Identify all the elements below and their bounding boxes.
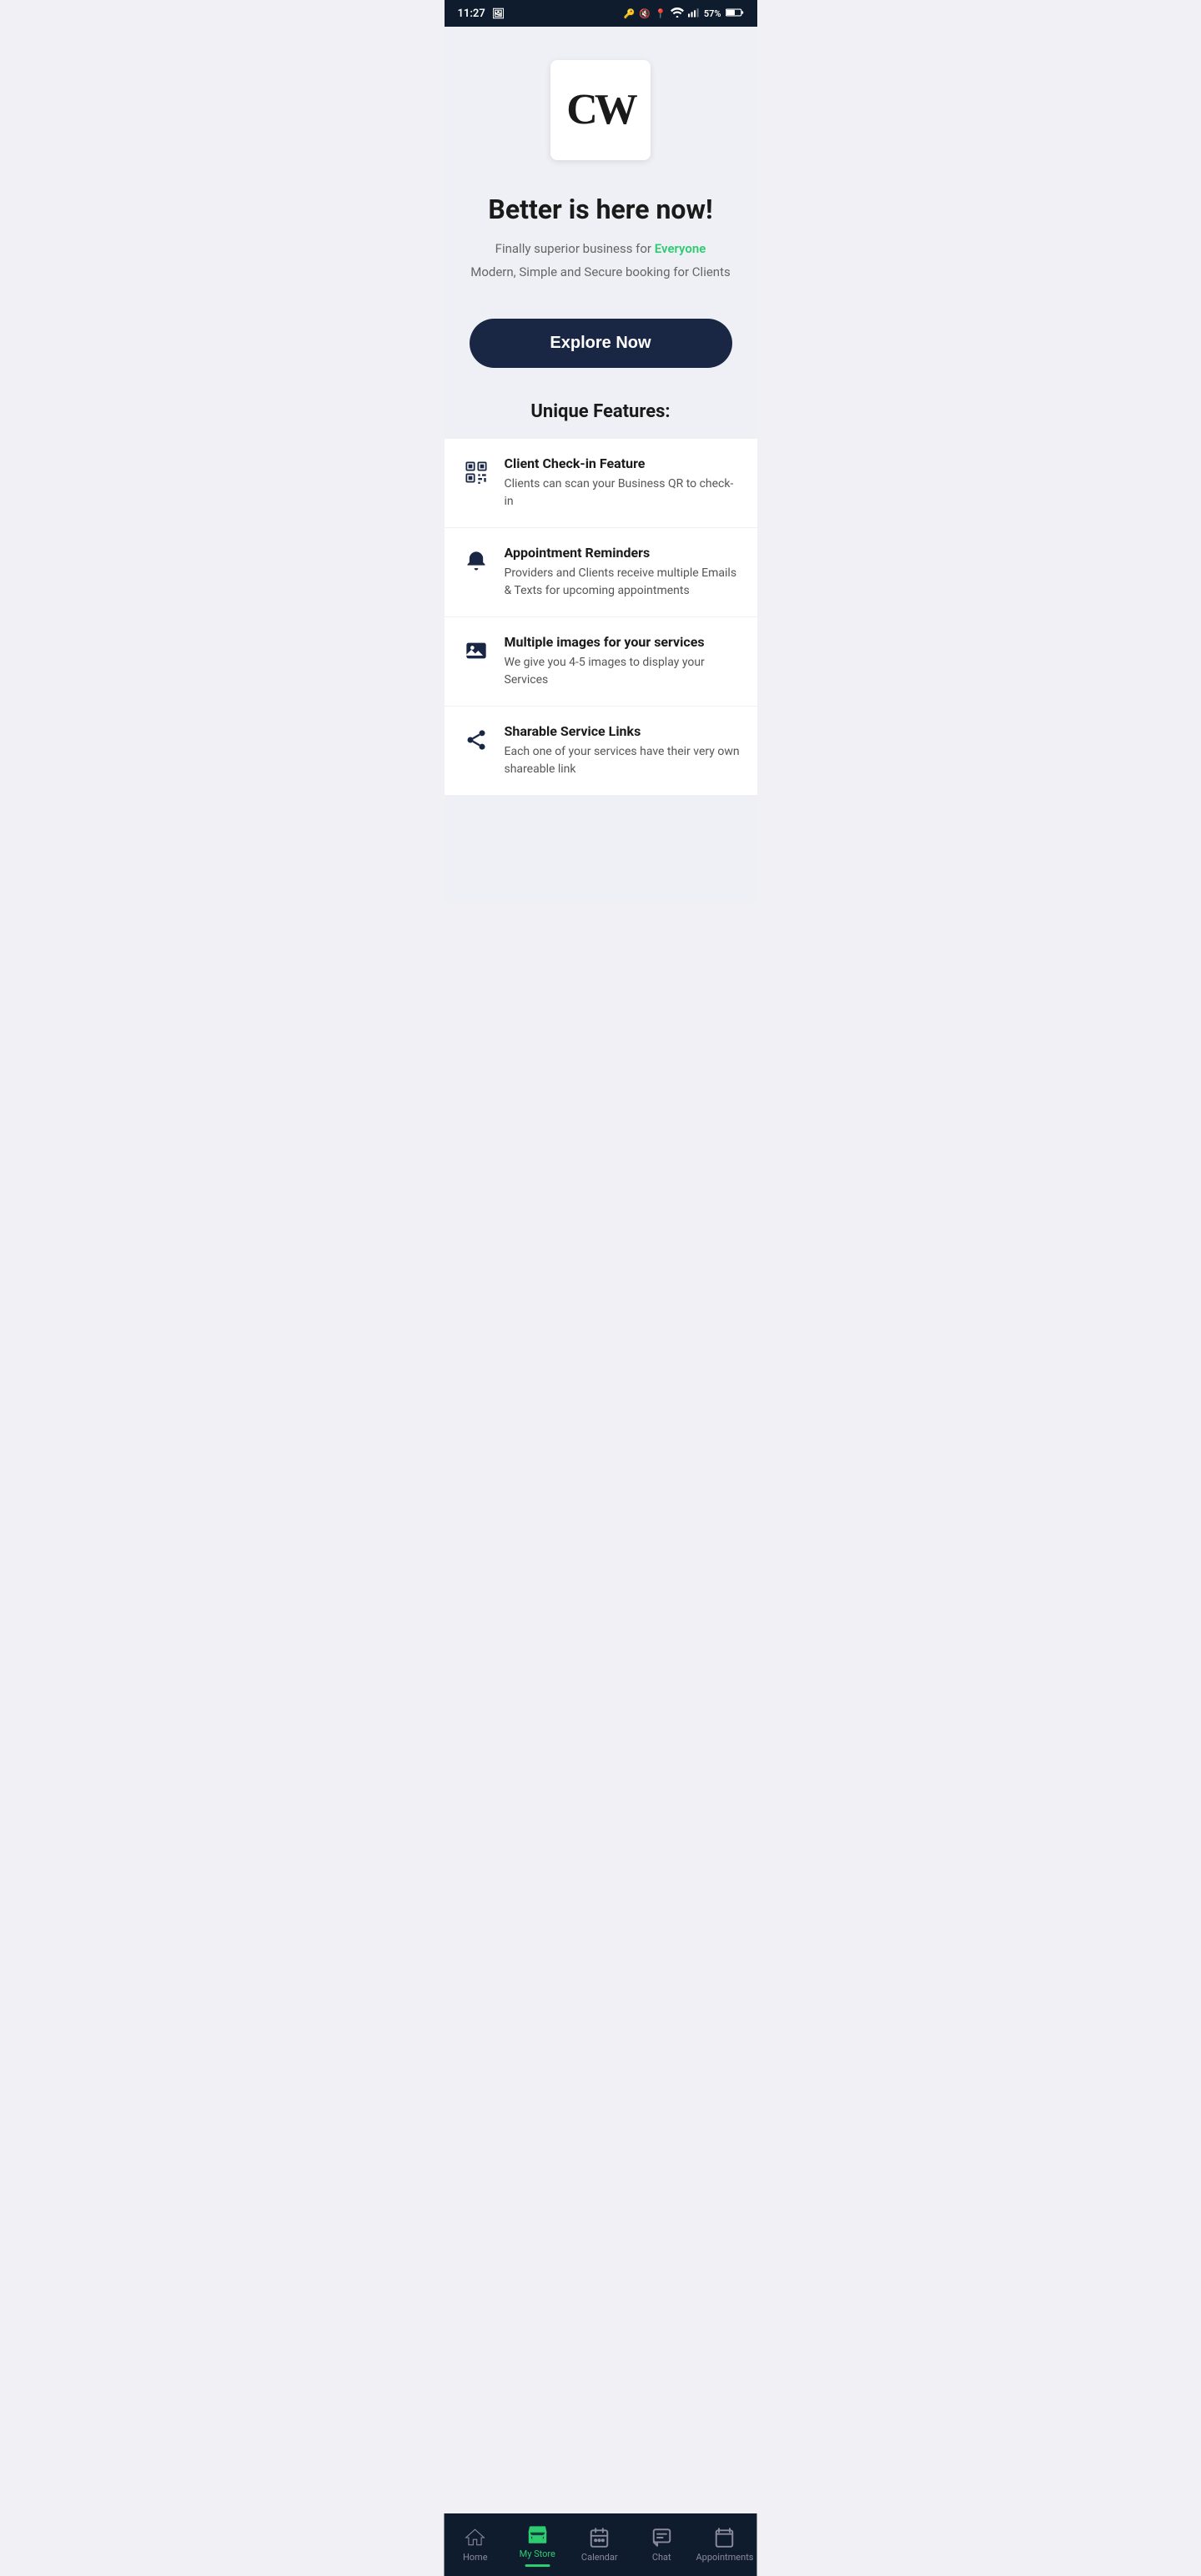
feature-images: Multiple images for your services We giv… [445,617,757,707]
feature-links-content: Sharable Service Links Each one of your … [505,723,741,778]
feature-checkin-title: Client Check-in Feature [505,455,741,471]
status-bar: 11:27 🖼 🔑 🔇 📍 57% [445,0,757,27]
explore-now-button[interactable]: Explore Now [470,319,732,368]
feature-images-content: Multiple images for your services We giv… [505,634,741,689]
nav-home-label: Home [463,2552,488,2563]
nav-appointments[interactable]: Appointments [693,2513,757,2576]
bottom-nav: Home My Store Calendar [445,2513,757,2576]
nav-mystore-label: My Store [520,2548,555,2559]
main-content: CW Better is here now! Finally superior … [445,27,757,903]
hero-subtitle-1: Finally superior business for Everyone [470,239,732,259]
feature-reminders: Appointment Reminders Providers and Clie… [445,528,757,617]
location-icon: 📍 [655,8,666,19]
share-icon [461,725,491,755]
features-header: Unique Features: [445,385,757,430]
cta-section: Explore Now [445,294,757,385]
status-time: 11:27 🖼 [458,8,505,20]
battery-icon [726,8,744,20]
feature-reminders-content: Appointment Reminders Providers and Clie… [505,545,741,600]
battery-text: 57% [704,8,721,19]
subtitle-plain: Finally superior business for [495,241,655,256]
feature-reminders-title: Appointment Reminders [505,545,741,561]
key-icon: 🔑 [624,8,636,19]
features-title: Unique Features: [461,401,741,422]
nav-appointments-label: Appointments [696,2552,754,2563]
nav-mystore[interactable]: My Store [506,2513,569,2576]
logo-box: CW [550,60,651,160]
feature-images-desc: We give you 4-5 images to display your S… [505,654,741,689]
mute-icon: 🔇 [639,8,651,19]
logo-section: CW [445,27,757,177]
status-icons: 🔑 🔇 📍 57% [624,8,744,20]
nav-calendar[interactable]: Calendar [569,2513,631,2576]
feature-reminders-desc: Providers and Clients receive multiple E… [505,565,741,600]
feature-checkin-content: Client Check-in Feature Clients can scan… [505,455,741,511]
wifi-icon [671,8,684,20]
logo: CW [566,88,635,132]
feature-links-title: Sharable Service Links [505,723,741,739]
hero-section: Better is here now! Finally superior bus… [445,177,757,294]
qr-icon [461,457,491,487]
hero-subtitle-2: Modern, Simple and Secure booking for Cl… [470,262,732,282]
mystore-indicator [525,2564,550,2567]
feature-checkin: Client Check-in Feature Clients can scan… [445,439,757,528]
nav-calendar-label: Calendar [581,2552,618,2563]
nav-home[interactable]: Home [445,2513,507,2576]
bell-icon [461,546,491,576]
nav-chat-label: Chat [652,2552,671,2563]
feature-links: Sharable Service Links Each one of your … [445,707,757,795]
signal-icon [688,8,700,20]
nav-chat[interactable]: Chat [631,2513,693,2576]
features-list: Client Check-in Feature Clients can scan… [445,439,757,795]
subtitle-highlight: Everyone [655,241,706,256]
feature-links-desc: Each one of your services have their ver… [505,743,741,778]
hero-title: Better is here now! [470,194,732,225]
feature-checkin-desc: Clients can scan your Business QR to che… [505,475,741,511]
image-icon [461,636,491,666]
feature-images-title: Multiple images for your services [505,634,741,650]
